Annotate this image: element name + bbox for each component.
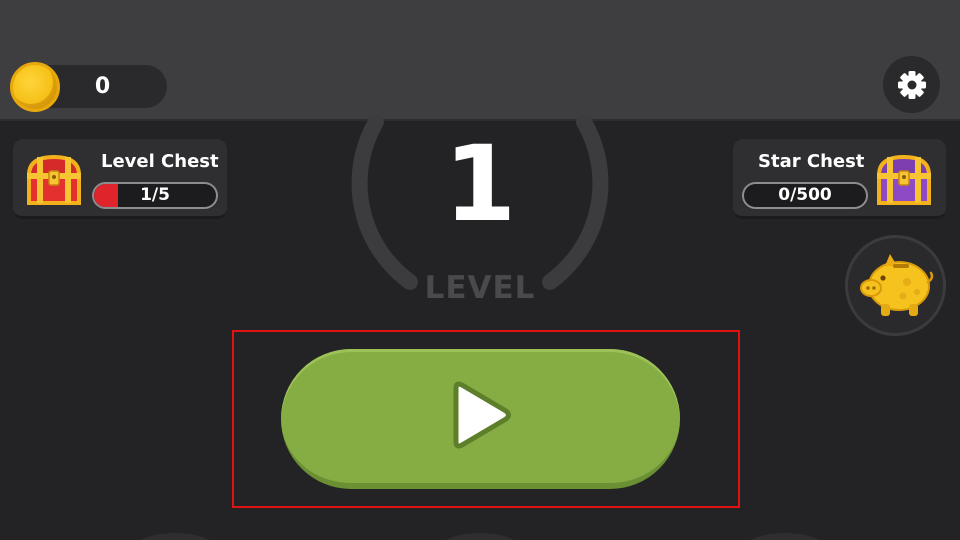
bottom-nav-button-right[interactable] <box>745 533 825 540</box>
piggy-bank-button[interactable] <box>845 235 946 336</box>
level-chest-card[interactable]: Level Chest 1/5 <box>13 139 227 219</box>
level-chest-title: Level Chest <box>101 151 219 172</box>
level-number: 1 <box>443 123 517 245</box>
purple-chest-icon <box>876 154 932 205</box>
level-chest-progress-text: 1/5 <box>140 185 170 205</box>
play-icon <box>453 381 511 449</box>
star-chest-progress-text: 0/500 <box>778 185 832 205</box>
coin-count: 0 <box>94 74 111 99</box>
level-chest-progress: 1/5 <box>92 182 218 209</box>
star-chest-progress: 0/500 <box>742 182 868 209</box>
piggy-bank-icon <box>860 254 934 316</box>
gear-icon <box>897 70 926 99</box>
level-label: LEVEL <box>424 270 536 306</box>
bottom-nav-button-center[interactable] <box>440 533 520 540</box>
red-chest-icon <box>26 154 82 205</box>
coin-icon <box>10 62 60 112</box>
star-chest-card[interactable]: Star Chest 0/500 <box>733 139 946 219</box>
bottom-nav-button-left[interactable] <box>135 533 215 540</box>
star-chest-title: Star Chest <box>758 151 865 172</box>
settings-button[interactable] <box>883 56 940 113</box>
